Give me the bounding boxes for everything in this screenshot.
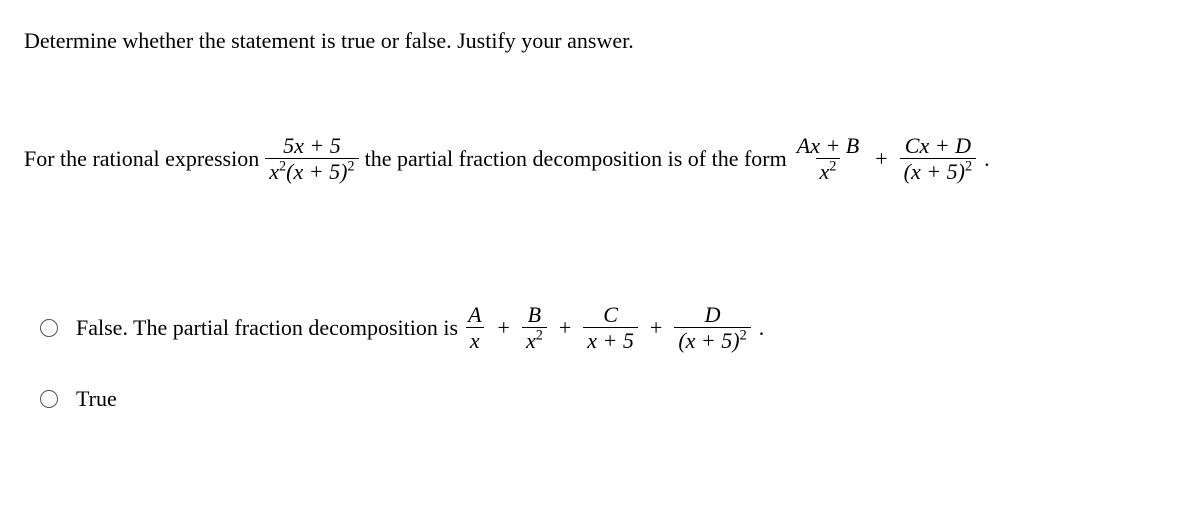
- expr-den-sup2: 2: [347, 159, 354, 175]
- expr-numerator: 5x + 5: [279, 134, 345, 158]
- option-false-content: False. The partial fraction decompositio…: [76, 303, 764, 352]
- term-D-num: D: [701, 303, 725, 327]
- term-B-den: x2: [522, 327, 547, 352]
- opt-plus-1: +: [492, 315, 516, 341]
- option-false-period: .: [757, 315, 765, 341]
- form1-den-sup: 2: [829, 159, 836, 175]
- plus-sign-1: +: [869, 146, 893, 172]
- rational-expression: 5x + 5 x2(x + 5)2: [265, 134, 358, 183]
- opt-plus-2: +: [553, 315, 577, 341]
- term-C-den: x + 5: [583, 327, 638, 352]
- term-D-den-sup: 2: [740, 328, 747, 344]
- term-B: B x2: [522, 303, 547, 352]
- answer-options: False. The partial fraction decompositio…: [24, 303, 1176, 412]
- radio-true[interactable]: [40, 390, 58, 408]
- form-term-1: Ax + B x2: [793, 134, 864, 183]
- statement-lead: For the rational expression: [24, 146, 259, 172]
- form2-den-base: (x + 5): [904, 159, 965, 184]
- question-container: Determine whether the statement is true …: [0, 0, 1200, 529]
- expr-den-mid: (x + 5): [286, 159, 347, 184]
- term-A: A x: [464, 303, 485, 352]
- statement-mid: the partial fraction decomposition is of…: [365, 146, 787, 172]
- statement-line: For the rational expression 5x + 5 x2(x …: [24, 134, 1176, 183]
- question-prompt: Determine whether the statement is true …: [24, 28, 1176, 54]
- form1-num: Ax + B: [793, 134, 864, 158]
- form2-den: (x + 5)2: [900, 158, 976, 183]
- term-B-den-sup: 2: [536, 328, 543, 344]
- form2-num-text: Cx + D: [905, 133, 971, 158]
- form2-num: Cx + D: [901, 134, 975, 158]
- form-term-2: Cx + D (x + 5)2: [900, 134, 976, 183]
- radio-false[interactable]: [40, 319, 58, 337]
- term-D: D (x + 5)2: [674, 303, 750, 352]
- term-A-num: A: [464, 303, 485, 327]
- term-D-den-base: (x + 5): [678, 328, 739, 353]
- term-B-num: B: [524, 303, 545, 327]
- option-false-lead: False. The partial fraction decompositio…: [76, 315, 458, 341]
- term-C: C x + 5: [583, 303, 638, 352]
- option-true-label: True: [76, 386, 117, 412]
- term-B-den-base: x: [526, 328, 536, 353]
- form1-den-base: x: [820, 159, 830, 184]
- form1-num-text: Ax + B: [797, 133, 860, 158]
- statement-period: .: [982, 146, 990, 172]
- option-true[interactable]: True: [40, 386, 1176, 412]
- form2-den-sup: 2: [965, 159, 972, 175]
- expr-denominator: x2(x + 5)2: [265, 158, 358, 183]
- form1-den: x2: [816, 158, 841, 183]
- option-true-content: True: [76, 386, 117, 412]
- opt-plus-3: +: [644, 315, 668, 341]
- term-C-num: C: [599, 303, 622, 327]
- option-false[interactable]: False. The partial fraction decompositio…: [40, 303, 1176, 352]
- term-A-den: x: [466, 327, 484, 352]
- expr-den-x: x: [269, 159, 279, 184]
- term-D-den: (x + 5)2: [674, 327, 750, 352]
- expr-num-text: 5x + 5: [283, 133, 341, 158]
